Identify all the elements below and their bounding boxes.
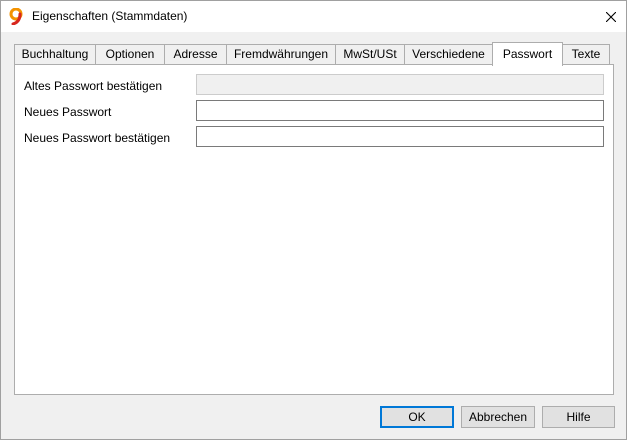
old-password-field[interactable] <box>196 74 604 95</box>
close-button[interactable] <box>596 1 626 32</box>
new-password-label: Neues Passwort <box>24 105 112 119</box>
tab-optionen[interactable]: Optionen <box>95 44 165 65</box>
window-title: Eigenschaften (Stammdaten) <box>32 9 188 23</box>
title-bar: Eigenschaften (Stammdaten) <box>1 1 626 32</box>
app-logo-icon <box>9 8 23 25</box>
tab-adresse[interactable]: Adresse <box>164 44 227 65</box>
tab-passwort[interactable]: Passwort <box>492 42 563 66</box>
tab-bar: Buchhaltung Optionen Adresse Fremdwährun… <box>14 42 614 66</box>
confirm-password-field[interactable] <box>196 126 604 147</box>
cancel-button[interactable]: Abbrechen <box>461 406 535 428</box>
tab-panel-passwort: Altes Passwort bestätigen Neues Passwort… <box>14 64 614 395</box>
new-password-field[interactable] <box>196 100 604 121</box>
ok-button[interactable]: OK <box>380 406 454 428</box>
tab-mwst-ust[interactable]: MwSt/USt <box>335 44 405 65</box>
tab-verschiedene[interactable]: Verschiedene <box>404 44 493 65</box>
old-password-label: Altes Passwort bestätigen <box>24 79 163 93</box>
close-icon <box>606 11 616 22</box>
help-button[interactable]: Hilfe <box>542 406 615 428</box>
confirm-password-label: Neues Passwort bestätigen <box>24 131 171 145</box>
tab-buchhaltung[interactable]: Buchhaltung <box>14 44 96 65</box>
tab-texte[interactable]: Texte <box>562 44 610 65</box>
tab-fremdwaehrungen[interactable]: Fremdwährungen <box>226 44 336 65</box>
properties-dialog: Eigenschaften (Stammdaten) Buchhaltung O… <box>0 0 627 440</box>
